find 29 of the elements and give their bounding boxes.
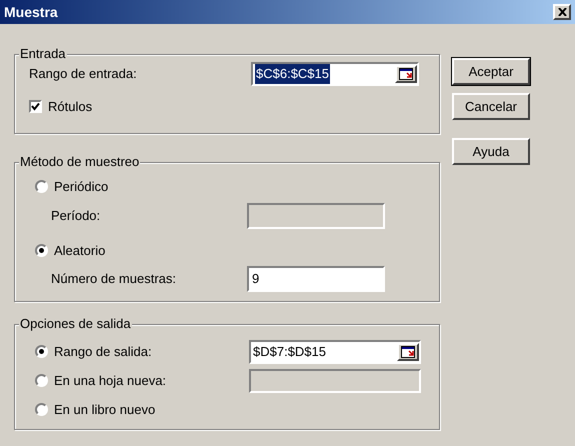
radio-label: Aleatorio	[54, 242, 106, 260]
radio-button[interactable]	[35, 374, 48, 387]
collapse-icon	[401, 346, 415, 358]
radio-label: Rango de salida:	[54, 342, 152, 361]
radio-button[interactable]	[35, 180, 48, 194]
close-button[interactable]	[553, 4, 571, 20]
input-field[interactable]: 9	[247, 266, 385, 292]
window-title: Muestra	[4, 2, 58, 22]
dialog-button[interactable]: Aceptar	[452, 58, 530, 85]
radio-button[interactable]	[35, 403, 48, 416]
group-legend: Opciones de salida	[19, 316, 132, 332]
dialog-button[interactable]: Cancelar	[452, 93, 530, 120]
radio-label: En un libro nuevo	[54, 400, 156, 419]
radio-button[interactable]	[35, 345, 48, 358]
radio-label: Periódico	[54, 178, 108, 196]
close-icon	[558, 8, 566, 16]
radio-label: En una hoja nueva:	[54, 372, 166, 390]
input-field[interactable]: $D$7:$D$15	[249, 340, 421, 364]
field-label: Período:	[51, 206, 102, 225]
radio-button[interactable]	[35, 244, 48, 257]
collapse-dialog-button[interactable]	[397, 342, 419, 360]
collapse-dialog-button[interactable]	[395, 65, 417, 83]
collapse-icon	[399, 68, 413, 80]
checkbox-label: Rótulos	[48, 98, 92, 116]
field-label: Rango de entrada:	[29, 65, 137, 84]
field-label: Número de muestras:	[51, 270, 177, 288]
dialog-button[interactable]: Ayuda	[452, 138, 530, 165]
checkbox[interactable]	[29, 100, 42, 114]
input-field[interactable]: $C$6:$C$15	[251, 62, 419, 86]
